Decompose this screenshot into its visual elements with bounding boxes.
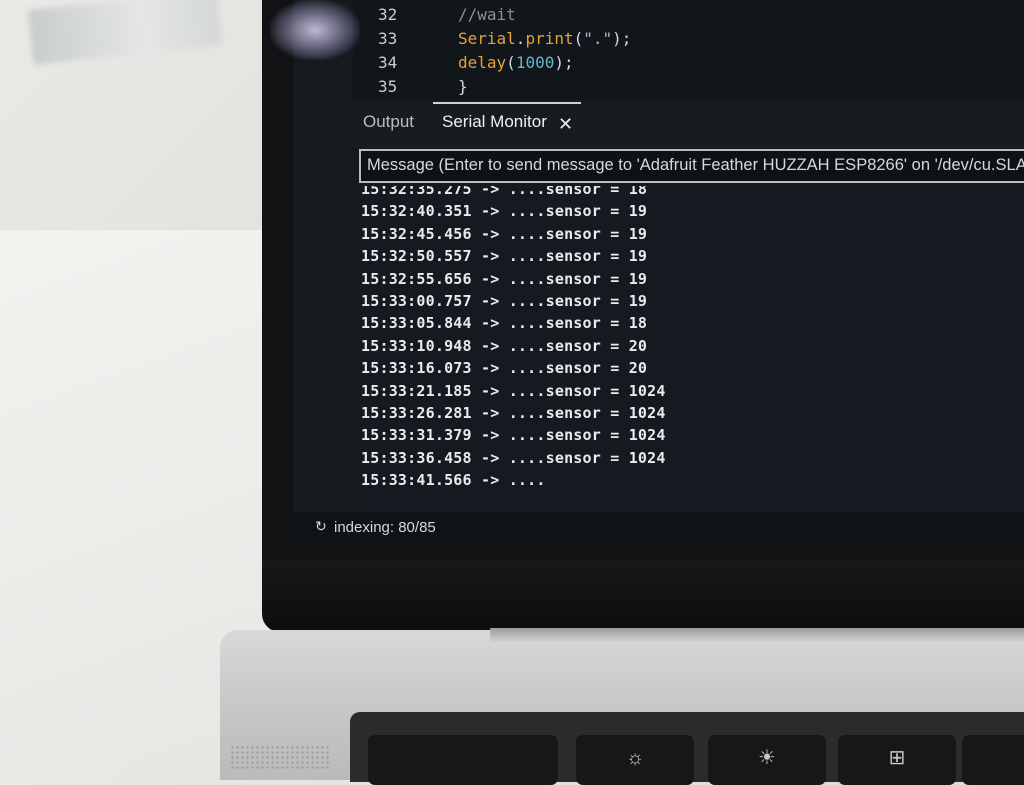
serial-line: 15:33:16.073 -> ....sensor = 20 xyxy=(361,359,648,378)
indexing-status: indexing: 80/85 xyxy=(334,519,436,536)
tab-serial-monitor[interactable]: Serial Monitor xyxy=(442,112,547,132)
keyboard-key: ⊞ xyxy=(838,735,956,785)
bottom-panel-tabs: Output Serial Monitor ✕ xyxy=(353,102,1024,148)
code-token: } xyxy=(458,77,468,96)
code-token: delay xyxy=(458,53,507,72)
line-number: 35 xyxy=(378,77,398,96)
keyboard-key: ☼ xyxy=(576,735,694,785)
laptop-hinge xyxy=(490,628,1024,642)
code-line: delay(1000); xyxy=(458,53,574,72)
screen-glare xyxy=(270,0,360,60)
code-line: //wait xyxy=(458,5,516,24)
code-token: //wait xyxy=(458,5,516,24)
code-token: Serial xyxy=(458,29,516,48)
code-line: Serial.print("."); xyxy=(458,29,631,48)
serial-line: 15:32:55.656 -> ....sensor = 19 xyxy=(361,269,648,288)
code-token: "." xyxy=(583,29,613,48)
arduino-ide-window: 32//wait 33 Serial.print("."); 34 delay(1000… xyxy=(293,0,1024,542)
serial-line: 15:33:05.844 -> ....sensor = 18 xyxy=(361,314,648,333)
keyboard-key: ☀ xyxy=(708,735,826,785)
serial-line: 15:32:50.557 -> ....sensor = 19 xyxy=(361,247,648,266)
serial-line: 15:33:31.379 -> ....sensor = 1024 xyxy=(361,426,666,445)
line-number: 33 xyxy=(378,29,398,48)
keyboard-key xyxy=(368,735,558,785)
code-token: print xyxy=(525,29,574,48)
keyboard-key xyxy=(962,735,1024,785)
desk-object xyxy=(27,0,223,65)
serial-message-input[interactable]: Message (Enter to send message to 'Adafr… xyxy=(359,149,1024,183)
line-number: 32 xyxy=(378,5,398,24)
serial-line: 15:33:00.757 -> ....sensor = 19 xyxy=(361,292,648,310)
serial-line: 15:33:10.948 -> ....sensor = 20 xyxy=(361,336,648,355)
serial-line: 15:33:26.281 -> ....sensor = 1024 xyxy=(361,404,666,422)
code-token: ( xyxy=(506,53,516,72)
code-token: ); xyxy=(612,29,632,48)
close-icon[interactable]: ✕ xyxy=(558,114,573,135)
code-token: . xyxy=(515,29,526,48)
refresh-icon: ↻ xyxy=(315,518,327,534)
code-token: ( xyxy=(573,29,584,48)
serial-line: 15:32:40.351 -> ....sensor = 19 xyxy=(361,202,648,221)
active-tab-indicator xyxy=(433,102,581,104)
tab-output[interactable]: Output xyxy=(363,112,414,132)
speaker-grill xyxy=(230,745,330,769)
line-number: 34 xyxy=(378,53,398,72)
serial-line: 15:32:35.275 -> ....sensor = 18 xyxy=(361,186,648,198)
serial-line: 15:33:36.458 -> ....sensor = 1024 xyxy=(361,448,666,467)
code-line: } xyxy=(458,77,468,96)
serial-line: 15:33:21.185 -> ....sensor = 1024 xyxy=(361,381,666,400)
laptop-bezel-bottom xyxy=(262,560,1024,632)
serial-line: 15:32:45.456 -> ....sensor = 19 xyxy=(361,224,648,243)
serial-output: 15:32:35.275 -> ....sensor = 18 15:32:40.… xyxy=(359,186,1024,510)
serial-line: 15:33:41.566 -> .... xyxy=(361,471,546,490)
code-token: ); xyxy=(554,53,574,72)
code-token: 1000 xyxy=(515,53,555,72)
status-bar: ↻ indexing: 80/85 xyxy=(293,512,1024,542)
code-editor[interactable]: 32//wait 33 Serial.print("."); 34 delay(1000… xyxy=(353,0,1024,100)
